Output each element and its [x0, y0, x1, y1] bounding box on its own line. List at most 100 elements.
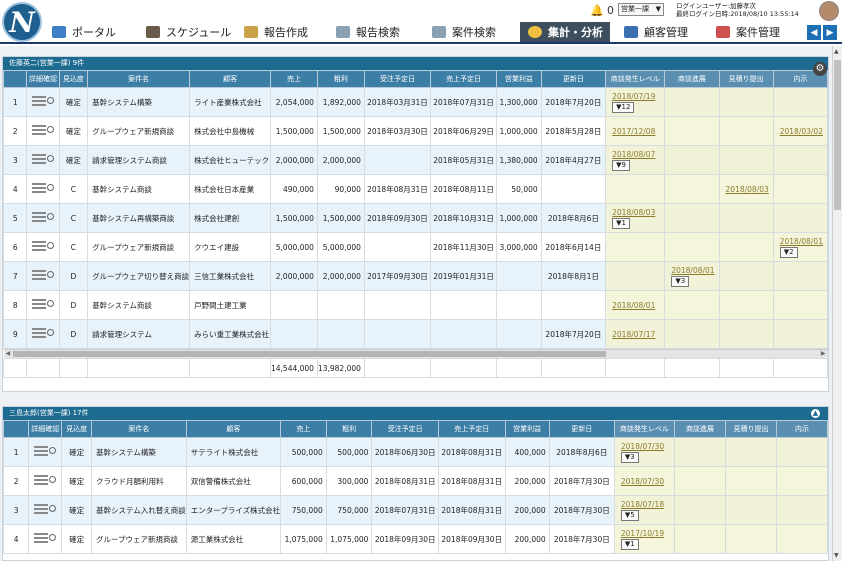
table-row: 4 確定 グループウェア新規商談 源工業株式会社 1,075,000 1,075,000 2…: [3, 524, 828, 554]
scroll-right-icon[interactable]: ▶: [821, 350, 826, 357]
level-cell-badge[interactable]: ▼5: [620, 509, 639, 521]
nav-report-create[interactable]: 報告作成: [244, 22, 308, 42]
detail-view-icon[interactable]: [32, 269, 55, 281]
profit-cell: [496, 290, 542, 320]
nav-case-search[interactable]: 案件検索: [432, 22, 496, 42]
avatar[interactable]: [819, 1, 839, 21]
gear-icon[interactable]: ⚙: [813, 62, 827, 76]
detail-cell: [26, 87, 60, 117]
group-select[interactable]: 営業一課 ▼: [618, 3, 664, 16]
level-cell-badge[interactable]: ▼3: [620, 451, 639, 463]
horizontal-scrollbar[interactable]: ◀ ▶: [3, 349, 828, 358]
app-logo[interactable]: N: [2, 2, 42, 42]
case-name-cell: 請求管理システム: [87, 319, 191, 349]
level-cell-link[interactable]: 2017/10/19: [621, 529, 664, 538]
probability-cell: 確定: [61, 466, 92, 496]
collapse-icon[interactable]: ▲: [811, 409, 820, 418]
level-cell-link[interactable]: 2017/12/08: [612, 127, 655, 136]
naiji-cell: [772, 174, 828, 204]
detail-view-icon[interactable]: [32, 153, 55, 165]
detail-view-icon[interactable]: [34, 503, 57, 515]
updated-cell: 2018年7月20日: [540, 87, 607, 117]
sales-cell: 5,000,000: [270, 232, 318, 262]
level-cell-link[interactable]: 2018/08/07: [612, 150, 655, 159]
level-cell-badge[interactable]: ▼1: [612, 217, 630, 229]
gross-cell: [316, 319, 365, 349]
table-row: 1 確定 基幹システム構築 ライト産業株式会社 2,054,000 1,892,000 20…: [3, 87, 828, 117]
detail-view-icon[interactable]: [34, 474, 57, 486]
level-cell-link[interactable]: 2018/07/30: [621, 442, 664, 451]
col-gross: 粗利: [325, 420, 373, 438]
scroll-down-icon[interactable]: ▼: [834, 552, 839, 559]
estimate-cell-link[interactable]: 2018/08/03: [726, 185, 769, 194]
row-number: 8: [3, 290, 28, 320]
scroll-thumb[interactable]: [12, 351, 606, 357]
nav-next-button[interactable]: ▶: [823, 25, 837, 40]
profit-cell: [496, 319, 542, 349]
level-cell-link[interactable]: 2018/07/30: [621, 477, 664, 486]
naiji-cell-badge[interactable]: ▼2: [779, 246, 798, 258]
detail-view-icon[interactable]: [32, 327, 55, 339]
page-scrollbar[interactable]: ▲ ▼: [832, 46, 842, 561]
order-date-cell: [363, 319, 432, 349]
detail-view-icon[interactable]: [34, 532, 57, 544]
gross-cell: 1,892,000: [316, 87, 365, 117]
level-cell: [605, 261, 666, 291]
col-profit: 営業利益: [496, 70, 542, 88]
level-cell-link[interactable]: 2018/08/01: [612, 301, 655, 310]
nav-label: 案件検索: [452, 26, 496, 39]
detail-view-icon[interactable]: [32, 211, 55, 223]
nav-schedule[interactable]: スケジュール: [146, 22, 231, 42]
col-order-date: 受注予定日: [371, 420, 439, 438]
nav-analytics[interactable]: 集計・分析: [520, 22, 610, 42]
table-row: 7 D グループウェア切り替え商談 三信工業株式会社 2,000,000 2,000,00…: [3, 261, 828, 291]
naiji-cell-link[interactable]: 2018/03/02: [780, 127, 823, 136]
nav-case-manage[interactable]: 案件管理: [716, 22, 780, 42]
level-cell-link[interactable]: 2018/07/17: [612, 330, 655, 339]
building-icon: [624, 26, 638, 38]
level-cell-badge[interactable]: ▼1: [620, 538, 639, 550]
nav-label: 顧客管理: [644, 26, 688, 39]
detail-view-icon[interactable]: [32, 240, 55, 252]
naiji-cell: [772, 319, 828, 349]
naiji-cell-link[interactable]: 2018/08/01: [780, 237, 823, 246]
page-scroll-thumb[interactable]: [834, 60, 841, 210]
panel-header: 三島太郎(営業一課) 17件 ▲: [3, 407, 828, 420]
estimate-cell: [724, 437, 777, 467]
progress-cell-link[interactable]: 2018/08/01: [671, 266, 714, 275]
detail-view-icon[interactable]: [34, 445, 57, 457]
level-cell-link[interactable]: 2018/07/19: [612, 92, 655, 101]
detail-cell: [26, 290, 60, 320]
scroll-up-icon[interactable]: ▲: [834, 48, 839, 55]
row-number: 9: [3, 319, 28, 349]
detail-cell: [26, 232, 60, 262]
scroll-left-icon[interactable]: ◀: [6, 350, 11, 357]
level-cell-badge[interactable]: ▼12: [612, 101, 635, 113]
level-cell-link[interactable]: 2018/08/03: [612, 208, 655, 217]
row-number: 3: [3, 495, 30, 525]
bell-icon[interactable]: 🔔: [590, 4, 604, 17]
updated-cell: 2018年7月30日: [548, 495, 615, 525]
detail-cell: [26, 116, 60, 146]
nav-customer[interactable]: 顧客管理: [624, 22, 688, 42]
nav-report-search[interactable]: 報告検索: [336, 22, 400, 42]
col-level: 商談発生レベル: [613, 420, 675, 438]
level-cell-link[interactable]: 2018/07/18: [621, 500, 664, 509]
estimate-cell: [724, 466, 777, 496]
nav-prev-button[interactable]: ◀: [807, 25, 821, 40]
level-cell: 2018/07/30 ▼3: [613, 437, 675, 467]
level-cell-badge[interactable]: ▼9: [612, 159, 630, 171]
detail-view-icon[interactable]: [32, 298, 55, 310]
client-cell: エンタープライズ株式会社: [185, 495, 282, 525]
progress-cell-badge[interactable]: ▼3: [671, 275, 690, 287]
line-chart-icon: [716, 26, 730, 38]
col-sales-date: 売上予定日: [430, 70, 498, 88]
detail-view-icon[interactable]: [32, 95, 55, 107]
detail-view-icon[interactable]: [32, 182, 55, 194]
order-date-cell: 2018年08月31日: [363, 174, 432, 204]
sales-cell: [270, 290, 318, 320]
detail-view-icon[interactable]: [32, 124, 55, 136]
sales-cell: 2,000,000: [270, 145, 318, 175]
col-name: 案件名: [87, 70, 191, 88]
nav-portal[interactable]: ポータル: [52, 22, 116, 42]
